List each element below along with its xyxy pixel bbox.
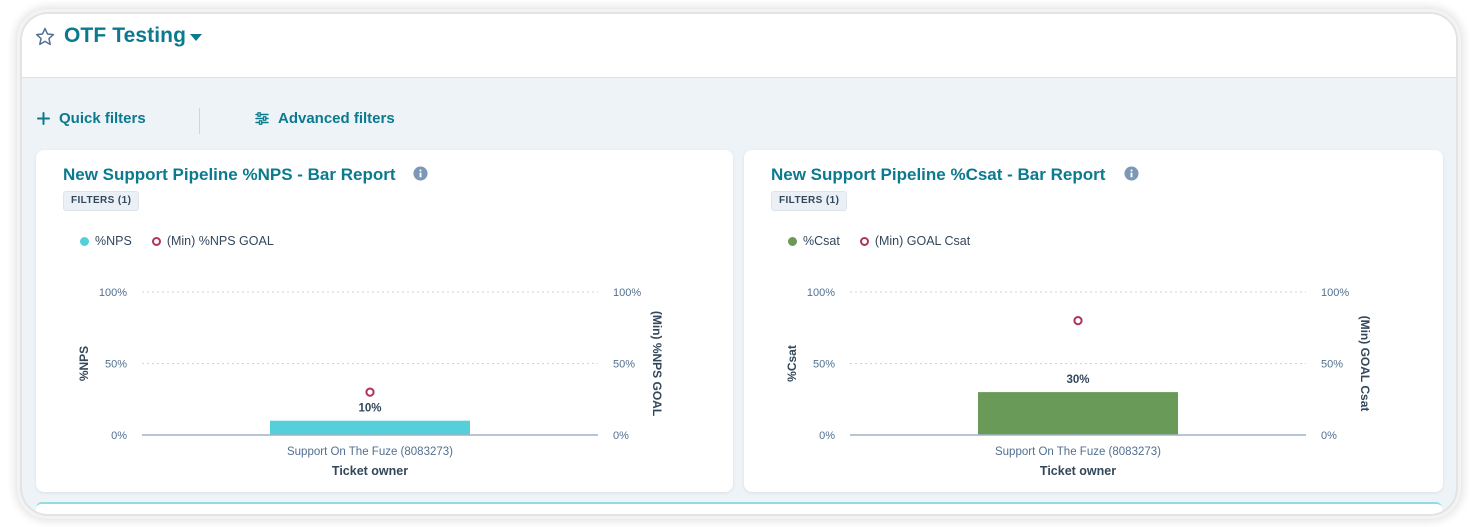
- dashboard-header: OTF Testing: [22, 14, 1456, 78]
- filter-bar: Quick filters Advanced filters: [22, 100, 1456, 140]
- y-tick-label: 100%: [807, 287, 835, 299]
- star-icon[interactable]: [34, 26, 56, 48]
- y2-axis-title: (Min) %NPS GOAL: [650, 311, 664, 416]
- y2-tick-label: 0%: [1321, 430, 1337, 442]
- report-card-csat[interactable]: New Support Pipeline %Csat - Bar Report …: [744, 150, 1443, 492]
- y-tick-label: 50%: [813, 359, 835, 371]
- y2-tick-label: 100%: [613, 287, 641, 299]
- y-tick-label: 50%: [105, 359, 127, 371]
- category-label: Support On The Fuze (8083273): [995, 446, 1161, 458]
- report-card-nps[interactable]: New Support Pipeline %NPS - Bar Report F…: [36, 150, 733, 492]
- y-tick-label: 0%: [111, 430, 127, 442]
- x-axis-title: Ticket owner: [1040, 464, 1116, 478]
- y-tick-label: 0%: [819, 430, 835, 442]
- goal-marker: [1073, 316, 1083, 326]
- advanced-filters-button[interactable]: Advanced filters: [255, 110, 395, 127]
- dashboard-title[interactable]: OTF Testing: [64, 24, 186, 48]
- quick-filters-label: Quick filters: [59, 110, 146, 127]
- goal-marker: [365, 387, 375, 397]
- y2-tick-label: 50%: [1321, 359, 1343, 371]
- category-label: Support On The Fuze (8083273): [287, 446, 453, 458]
- y-axis-title: %Csat: [785, 345, 799, 382]
- caret-down-icon[interactable]: [190, 34, 202, 41]
- data-label: 30%: [1066, 374, 1089, 386]
- bar-chart: 100% 100% 50% 50% 0% 0% 10% Support On The Fuze…: [77, 287, 664, 478]
- bar: [978, 392, 1178, 435]
- data-label: 10%: [358, 403, 381, 415]
- advanced-filters-label: Advanced filters: [278, 110, 395, 127]
- next-row-strip: [36, 502, 1442, 514]
- y2-tick-label: 50%: [613, 359, 635, 371]
- y2-tick-label: 100%: [1321, 287, 1349, 299]
- filter-divider: [199, 108, 200, 134]
- dashboard-frame: OTF Testing Quick filters Advanced filte…: [22, 14, 1456, 514]
- quick-filters-button[interactable]: Quick filters: [37, 110, 146, 127]
- x-axis-title: Ticket owner: [332, 464, 408, 478]
- y-tick-label: 100%: [99, 287, 127, 299]
- bar-chart: 100% 100% 50% 50% 0% 0% 30% Support On The Fuze…: [785, 287, 1372, 478]
- y-axis-title: %NPS: [77, 346, 91, 381]
- plus-icon: [37, 112, 50, 125]
- y2-axis-title: (Min) GOAL Csat: [1358, 316, 1372, 412]
- y2-tick-label: 0%: [613, 430, 629, 442]
- bar: [270, 420, 470, 435]
- sliders-icon: [255, 112, 269, 125]
